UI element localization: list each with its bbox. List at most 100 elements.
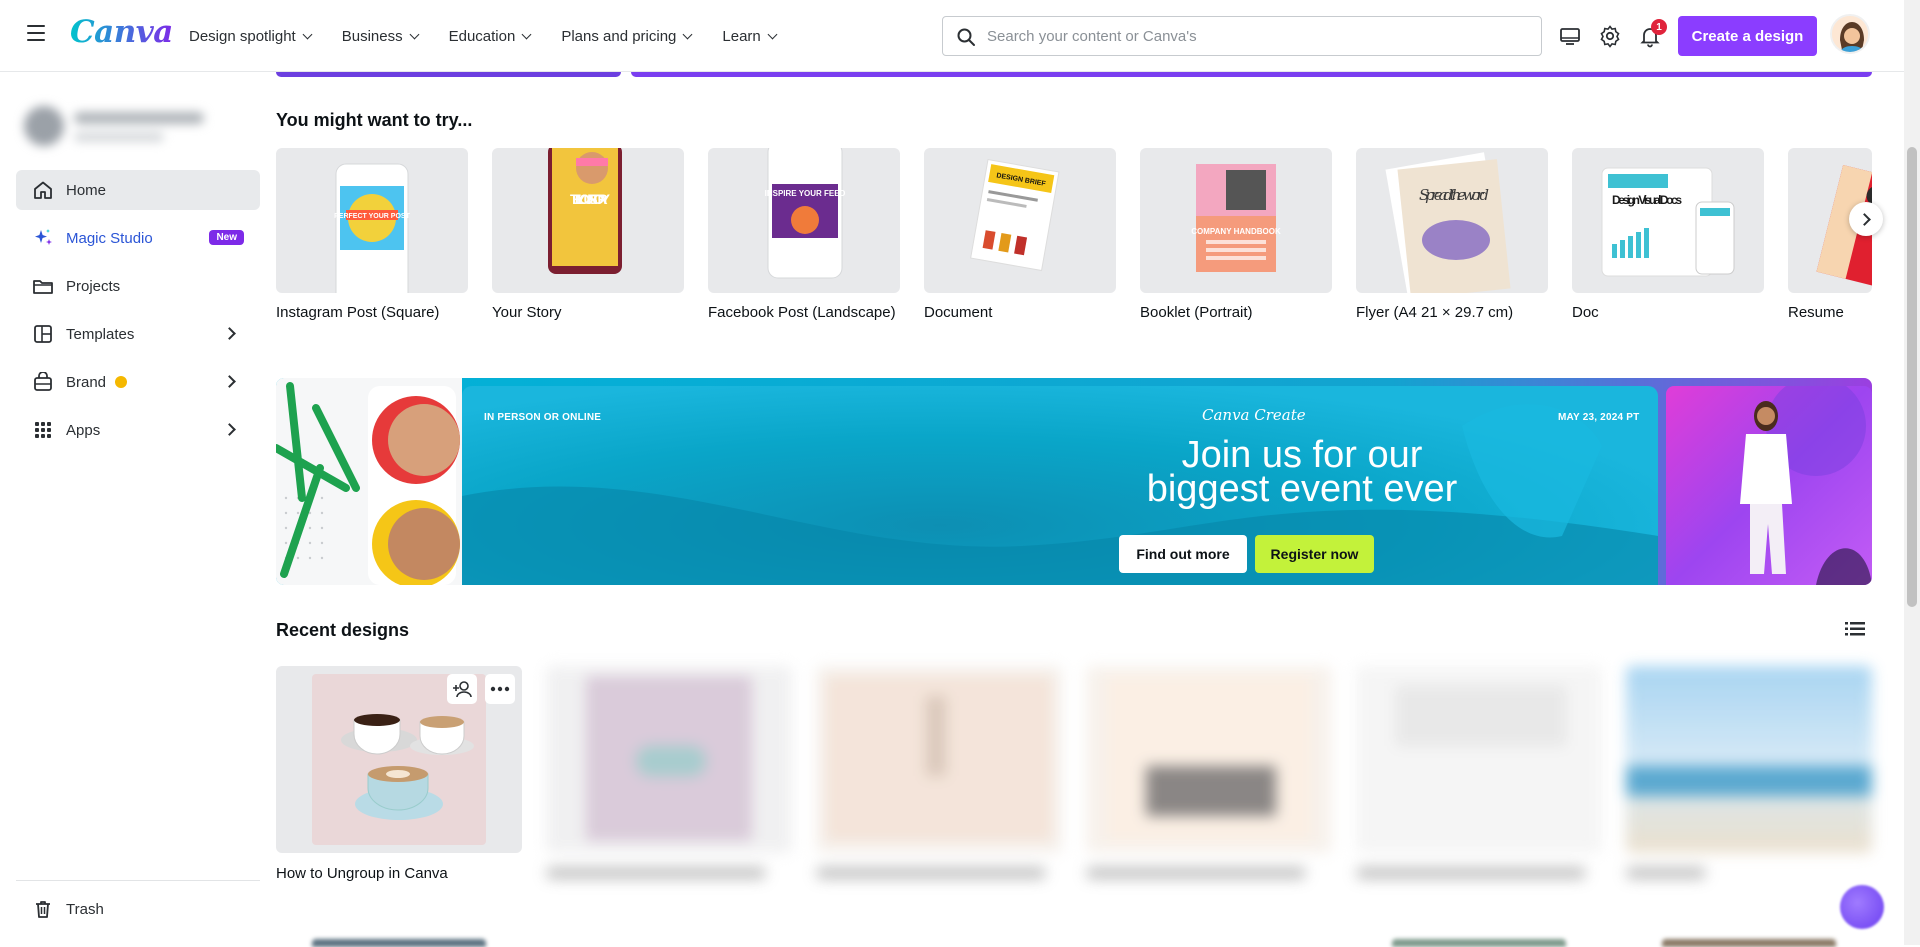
thumb-text: INSPIRE YOUR FEED — [765, 189, 846, 198]
try-thumbnail: Spread the word — [1356, 148, 1548, 293]
sidebar-item-projects[interactable]: Projects — [16, 266, 260, 306]
trash-icon — [36, 901, 50, 918]
sidebar-item-trash[interactable]: Trash — [16, 889, 260, 929]
sidebar-item-home[interactable]: Home — [16, 170, 260, 210]
search-icon — [957, 28, 975, 46]
thumb-text: Design Visual Docs — [1612, 193, 1682, 207]
try-card-doc[interactable]: Design Visual Docs Doc — [1572, 148, 1764, 321]
sparkle-icon — [35, 229, 52, 245]
recent-design-thumbnail — [276, 666, 522, 853]
flyer-mockup-image: Spread the word — [1385, 152, 1511, 293]
recent-design-card-blurred[interactable] — [546, 666, 792, 879]
try-thumbnail: COMPANY HANDBOOK — [1140, 148, 1332, 293]
sidebar-item-brand[interactable]: Brand — [16, 362, 260, 402]
doc-mockup-image: Design Visual Docs — [1601, 167, 1735, 277]
nav-learn[interactable]: Learn — [722, 28, 778, 45]
banner-headline-line2: biggest event ever — [1146, 468, 1458, 510]
find-out-more-button[interactable]: Find out more — [1119, 535, 1247, 573]
sidebar-item-magic-studio[interactable]: Magic Studio New — [16, 218, 260, 258]
banner-main-panel: IN PERSON OR ONLINE Canva Create MAY 23,… — [462, 386, 1658, 585]
create-design-button[interactable]: Create a design — [1678, 16, 1817, 56]
phone-mockup-image: INSPIRE YOUR FEED — [765, 148, 846, 279]
sidebar-divider — [16, 880, 260, 881]
more-options-button[interactable] — [485, 674, 515, 704]
sidebar-item-label: Brand — [66, 373, 107, 391]
try-thumbnail: Design Visual Docs — [1572, 148, 1764, 293]
profile-switcher[interactable] — [24, 102, 214, 154]
story-mockup-image: TELL YOUR STORY — [548, 148, 622, 274]
carousel-next-button[interactable] — [1849, 202, 1883, 236]
try-card-document[interactable]: DESIGN BRIEF Document — [924, 148, 1116, 321]
recent-design-card-blurred[interactable] — [1356, 666, 1602, 879]
try-thumbnail: DESIGN BRIEF — [924, 148, 1116, 293]
booklet-mockup-image: COMPANY HANDBOOK — [1191, 164, 1281, 272]
sidebar-item-apps[interactable]: Apps — [16, 410, 260, 450]
nav-label: Business — [341, 27, 403, 45]
next-row-thumbnail — [1392, 939, 1566, 947]
recent-design-thumbnail — [1626, 666, 1872, 853]
chevron-right-icon — [223, 423, 236, 436]
try-card-your-story[interactable]: TELL YOUR STORY Your Story — [492, 148, 684, 321]
notification-badge: 1 — [1651, 19, 1667, 35]
list-view-icon[interactable] — [1845, 620, 1865, 638]
thumb-text: COMPANY HANDBOOK — [1191, 227, 1281, 236]
menu-icon[interactable] — [27, 25, 45, 41]
sidebar: Home Magic Studio New Projects Templates… — [0, 72, 270, 945]
desktop-app-icon[interactable] — [1558, 24, 1582, 48]
canva-create-banner[interactable]: IN PERSON OR ONLINE Canva Create MAY 23,… — [276, 378, 1872, 585]
try-card-flyer[interactable]: Spread the word Flyer (A4 21 × 29.7 cm) — [1356, 148, 1548, 321]
banner-date: MAY 23, 2024 PT — [1558, 412, 1640, 423]
try-card-booklet[interactable]: COMPANY HANDBOOK Booklet (Portrait) — [1140, 148, 1332, 321]
apps-icon — [35, 422, 51, 438]
recent-design-thumbnail — [1356, 666, 1602, 853]
sidebar-item-templates[interactable]: Templates — [16, 314, 260, 354]
recent-design-card[interactable]: How to Ungroup in Canva — [276, 666, 522, 882]
nav-business[interactable]: Business — [341, 27, 420, 45]
scrollbar-thumb[interactable] — [1907, 147, 1917, 607]
try-thumbnail: INSPIRE YOUR FEED — [708, 148, 900, 293]
recent-section-title: Recent designs — [276, 620, 410, 640]
canva-logo[interactable]: Canva — [70, 14, 173, 50]
recent-design-card-blurred[interactable] — [1626, 666, 1872, 879]
avatar[interactable] — [1830, 14, 1870, 54]
try-thumbnail: TELL YOUR STORY — [492, 148, 684, 293]
search-input[interactable] — [987, 27, 1541, 45]
try-card-label: Doc — [1572, 304, 1599, 321]
recent-design-card-blurred[interactable] — [816, 666, 1062, 879]
document-mockup-image: DESIGN BRIEF — [970, 158, 1060, 272]
nav-label: Design spotlight — [189, 27, 296, 45]
try-card-label: Instagram Post (Square) — [276, 304, 440, 321]
recent-design-card-blurred[interactable] — [1086, 666, 1332, 879]
top-promo-strip — [276, 72, 1872, 77]
chevron-right-icon — [223, 375, 236, 388]
nav-education[interactable]: Education — [449, 28, 532, 45]
thumb-text: PERFECT YOUR POST — [334, 213, 410, 220]
recent-design-thumbnail — [1086, 666, 1332, 853]
try-card-instagram-post[interactable]: PERFECT YOUR POST Instagram Post (Square… — [276, 148, 468, 321]
try-thumbnail: PERFECT YOUR POST — [276, 148, 468, 293]
nav-plans-pricing[interactable]: Plans and pricing — [561, 27, 693, 45]
user-avatar-image — [1832, 16, 1868, 52]
chevron-right-icon — [223, 327, 236, 340]
people-icon — [453, 681, 472, 698]
try-card-label: Document — [924, 304, 993, 321]
banner-headline-line1: Join us for our — [1181, 434, 1423, 476]
chevron-down-icon — [767, 29, 778, 39]
sidebar-item-label: Home — [66, 181, 107, 199]
nav-design-spotlight[interactable]: Design spotlight — [189, 27, 313, 45]
banner-tag: IN PERSON OR ONLINE — [484, 412, 602, 423]
try-section-title: You might want to try... — [276, 110, 473, 130]
search-bar — [942, 16, 1542, 56]
recent-design-thumbnail — [546, 666, 792, 853]
banner-left-panel — [276, 378, 462, 585]
nav-label: Plans and pricing — [561, 27, 677, 45]
banner-headline: Join us for our biggest event ever — [1012, 434, 1592, 510]
register-now-button[interactable]: Register now — [1255, 535, 1374, 573]
chevron-right-icon — [1857, 212, 1871, 226]
main-nav: Design spotlight Business Education Plan… — [189, 0, 807, 72]
collaborators-icon[interactable] — [447, 674, 477, 704]
ellipsis-icon — [490, 686, 510, 692]
gear-icon[interactable] — [1598, 24, 1622, 48]
try-card-facebook-post[interactable]: INSPIRE YOUR FEED Facebook Post (Landsca… — [708, 148, 900, 321]
assistant-button[interactable] — [1840, 885, 1884, 929]
